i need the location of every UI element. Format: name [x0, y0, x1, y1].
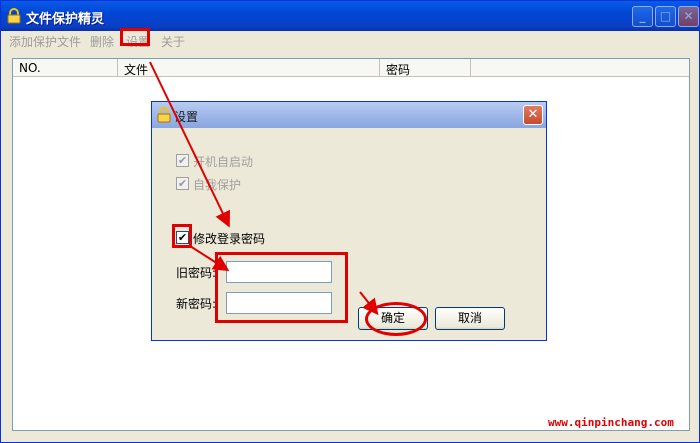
column-header-extra[interactable] [471, 59, 689, 77]
self-protect-checkbox: ✔ [176, 177, 189, 190]
column-header-password[interactable]: 密码 [380, 59, 471, 77]
title-bar[interactable]: 文件保护精灵 _ □ ✕ [1, 1, 699, 31]
lock-icon [6, 8, 22, 24]
menu-delete[interactable]: 删除 [90, 33, 114, 50]
checkbox-highlight [172, 224, 192, 248]
lock-icon [156, 107, 172, 123]
dialog-title-bar[interactable]: 设置 ✕ [152, 102, 546, 128]
self-protect-label: 自我保护 [193, 178, 242, 192]
watermark-text: www.qinpinchang.com [548, 416, 674, 429]
menu-about[interactable]: 关于 [161, 33, 185, 50]
cancel-button[interactable]: 取消 [435, 307, 505, 330]
password-fields-highlight [215, 252, 348, 323]
list-header: NO. 文件 密码 [13, 59, 689, 77]
change-password-label: 修改登录密码 [193, 232, 266, 246]
old-password-label: 旧密码: [176, 266, 217, 280]
dialog-close-button[interactable]: ✕ [523, 105, 543, 125]
close-button[interactable]: ✕ [678, 6, 699, 27]
new-password-label: 新密码: [176, 297, 217, 311]
maximize-button[interactable]: □ [655, 6, 676, 27]
window-title: 文件保护精灵 [26, 12, 105, 27]
menu-add-protected-file[interactable]: 添加保护文件 [9, 33, 81, 50]
column-header-file[interactable]: 文件 [118, 59, 380, 77]
minimize-button[interactable]: _ [632, 6, 653, 27]
menu-bar: 添加保护文件 删除 设置 关于 [1, 31, 699, 51]
autostart-label: 开机自启动 [193, 155, 254, 169]
column-header-no[interactable]: NO. [13, 59, 118, 77]
settings-dialog: 设置 ✕ ✔ 开机自启动 ✔ 自我保护 ✔ 修改登录密码 旧密码: 新密码: 确… [151, 101, 547, 341]
autostart-checkbox: ✔ [176, 154, 189, 167]
settings-menu-highlight [120, 28, 150, 46]
ok-button-highlight [365, 302, 427, 336]
dialog-title: 设置 [174, 110, 199, 124]
